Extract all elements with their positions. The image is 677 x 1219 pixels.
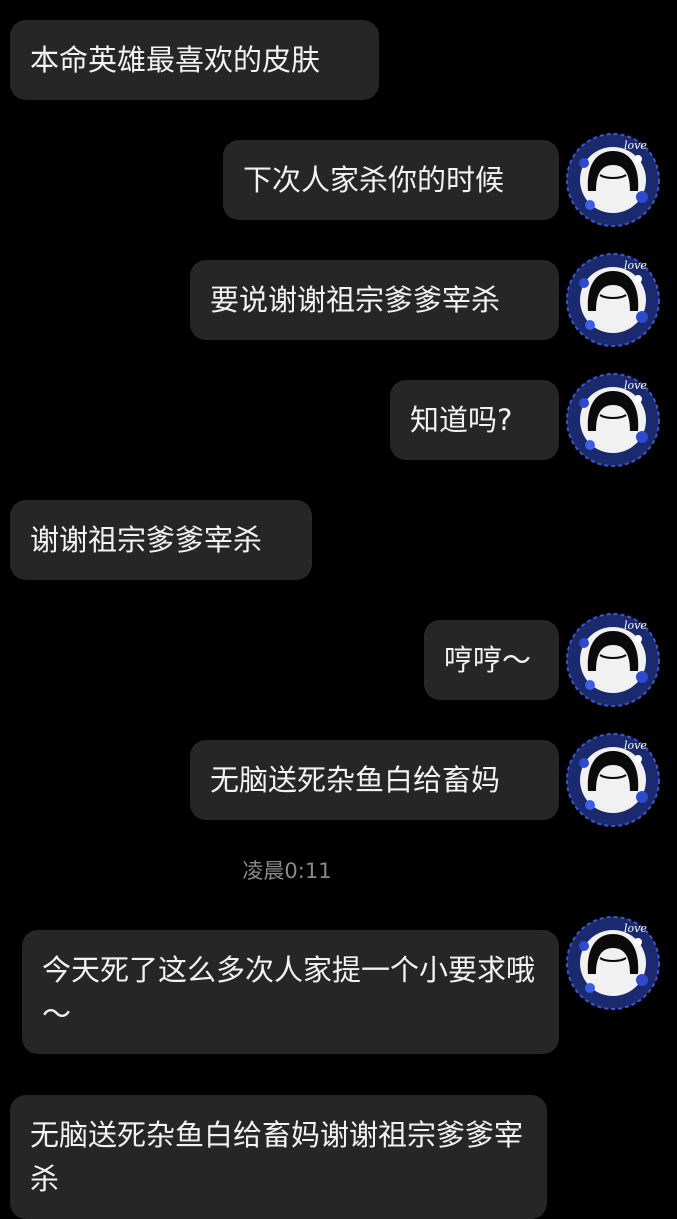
avatar-love-text: love [624,259,647,272]
message-bubble-sent[interactable]: 哼哼～ [424,620,559,700]
avatar[interactable]: love [566,916,660,1010]
user-avatar-icon: love [566,613,660,707]
message-timestamp: 凌晨0:11 [242,859,332,883]
avatar-love-text: love [624,139,647,152]
user-avatar-icon: love [566,733,660,827]
avatar-love-text: love [624,922,647,935]
user-avatar-icon: love [566,916,660,1010]
avatar[interactable]: love [566,733,660,827]
message-text: 要说谢谢祖宗爹爹宰杀 [210,283,501,317]
message-bubble-received[interactable]: 谢谢祖宗爹爹宰杀 [10,500,312,580]
message-text: 无脑送死杂鱼白给畜妈 [210,763,501,797]
user-avatar-icon: love [566,253,660,347]
message-text: 谢谢祖宗爹爹宰杀 [30,523,263,557]
message-bubble-sent[interactable]: 今天死了这么多次人家提一个小要求哦～ [22,930,559,1054]
user-avatar-icon: love [566,373,660,467]
avatar[interactable]: love [566,253,660,347]
message-text: 哼哼～ [444,643,532,677]
avatar[interactable]: love [566,133,660,227]
message-text: 无脑送死杂鱼白给畜妈谢谢祖宗爹爹宰杀 [30,1118,524,1196]
avatar[interactable]: love [566,373,660,467]
chat-message-list[interactable]: 本命英雄最喜欢的皮肤 下次人家杀你的时候 love 要说谢谢祖宗爹爹宰杀 lov… [0,0,677,1219]
avatar[interactable]: love [566,613,660,707]
message-text: 知道吗? [410,403,513,437]
message-text: 今天死了这么多次人家提一个小要求哦～ [42,953,536,1031]
user-avatar-icon: love [566,133,660,227]
avatar-love-text: love [624,619,647,632]
message-bubble-sent[interactable]: 无脑送死杂鱼白给畜妈 [190,740,559,820]
message-bubble-sent[interactable]: 下次人家杀你的时候 [223,140,559,220]
message-text: 本命英雄最喜欢的皮肤 [30,43,321,77]
message-bubble-sent[interactable]: 知道吗? [390,380,559,460]
message-bubble-received[interactable]: 本命英雄最喜欢的皮肤 [10,20,379,100]
message-bubble-sent[interactable]: 要说谢谢祖宗爹爹宰杀 [190,260,559,340]
avatar-love-text: love [624,739,647,752]
avatar-love-text: love [624,379,647,392]
message-bubble-received[interactable]: 无脑送死杂鱼白给畜妈谢谢祖宗爹爹宰杀 [10,1095,547,1219]
message-text: 下次人家杀你的时候 [243,163,505,197]
